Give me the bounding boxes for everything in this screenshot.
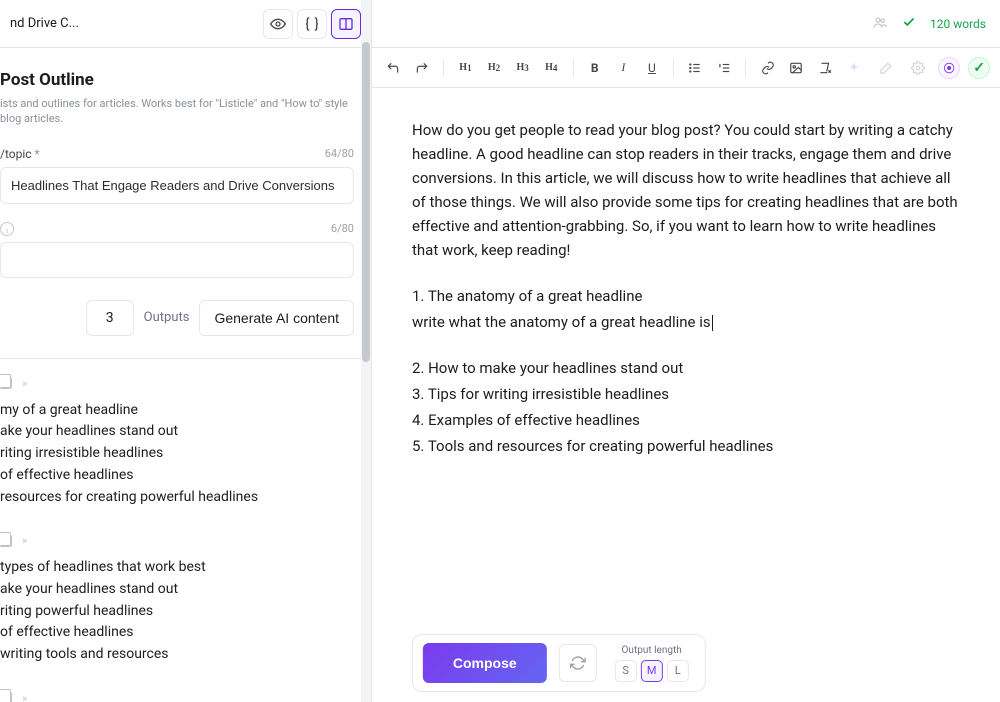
brackets-icon [304, 16, 320, 32]
h3-button[interactable]: H3 [511, 56, 534, 80]
list-item: types of headlines that work best [0, 557, 357, 579]
link-button[interactable] [756, 56, 779, 80]
h4-button[interactable]: H4 [540, 56, 563, 80]
intro-paragraph[interactable]: How do you get people to read your blog … [412, 118, 960, 262]
generate-button[interactable]: Generate AI content [199, 300, 354, 336]
italic-button[interactable]: I [612, 56, 635, 80]
outputs-label: Outputs [144, 310, 190, 325]
list-item: ake your headlines stand out [0, 421, 357, 443]
tone-input[interactable] [0, 242, 354, 278]
tone-counter: 6/80 [331, 222, 354, 235]
template-description: ists and outlines for articles. Works be… [0, 96, 357, 127]
scrollbar-thumb[interactable] [362, 42, 370, 362]
editor-pane: 120 words H1 H2 H3 H4 B I U [372, 0, 1000, 702]
eye-icon [270, 16, 286, 32]
chevron-right-icon[interactable]: » [22, 534, 25, 547]
code-view-button[interactable] [297, 9, 327, 39]
topic-input[interactable] [0, 167, 354, 204]
list-item: of effective headlines [0, 465, 357, 487]
output-length-l[interactable]: L [667, 660, 689, 682]
chevron-right-icon[interactable]: » [22, 377, 25, 390]
doc-title: nd Drive C... [10, 16, 79, 31]
output-length-m[interactable]: M [641, 660, 663, 682]
outline-item[interactable]: 4. Examples of effective headlines [412, 408, 960, 432]
toolbar-separator [573, 59, 574, 77]
field-counter: 64/80 [325, 147, 354, 160]
sidebar-scroll-area[interactable]: Post Outline ists and outlines for artic… [0, 48, 371, 702]
outline-item[interactable]: 5. Tools and resources for creating powe… [412, 434, 960, 458]
outputs-count-input[interactable]: 3 [86, 300, 134, 336]
text-cursor [712, 315, 713, 331]
clock-icon [0, 222, 14, 236]
editor-body[interactable]: How do you get people to read your blog … [372, 88, 1000, 702]
sidebar: nd Drive C... Post Outline ists and outl… [0, 0, 372, 702]
word-count: 120 words [930, 17, 986, 31]
editor-toolbar: H1 H2 H3 H4 B I U [372, 48, 1000, 88]
copy-icon[interactable] [0, 692, 12, 702]
scrollbar-track[interactable] [361, 0, 371, 702]
field-label: /topic * [0, 147, 40, 161]
view-toggle-group [263, 9, 361, 39]
h1-button[interactable]: H1 [454, 56, 477, 80]
preview-view-button[interactable] [263, 9, 293, 39]
sidebar-top-bar: nd Drive C... [0, 0, 371, 48]
ai-sparkle-button[interactable] [842, 56, 866, 80]
list-item: of effective headlines [0, 622, 357, 644]
outline-item[interactable]: 3. Tips for writing irresistible headlin… [412, 382, 960, 406]
split-view-button[interactable] [331, 9, 361, 39]
regenerate-button[interactable] [559, 644, 597, 682]
result-block-3: » a catchy headline n easy-to-read style… [0, 692, 357, 702]
divider [0, 358, 366, 359]
redo-button[interactable] [411, 56, 434, 80]
list-item: riting powerful headlines [0, 601, 357, 623]
list-item: writing tools and resources [0, 644, 357, 666]
list-item: resources for creating powerful headline… [0, 487, 357, 509]
ai-settings-button[interactable] [906, 56, 930, 80]
outline-subtext[interactable]: write what the anatomy of a great headli… [412, 310, 960, 334]
copy-icon[interactable] [0, 377, 12, 389]
outline-item[interactable]: 1. The anatomy of a great headline [412, 284, 960, 308]
result-block-2: » types of headlines that work best ake … [0, 534, 357, 665]
editor-status-bar: 120 words [372, 0, 1000, 48]
layout-split-icon [338, 16, 354, 32]
list-item: riting irresistible headlines [0, 443, 357, 465]
check-icon [902, 15, 916, 33]
collaborators-icon[interactable] [872, 14, 888, 34]
compose-button[interactable]: Compose [423, 643, 547, 683]
output-length-s[interactable]: S [615, 660, 637, 682]
list-item: ake your headlines stand out [0, 579, 357, 601]
ai-score-badge[interactable]: ⦿ [938, 57, 960, 79]
ai-wand-button[interactable] [874, 56, 898, 80]
toolbar-separator [673, 59, 674, 77]
template-name: Post Outline [0, 70, 353, 90]
undo-button[interactable] [382, 56, 405, 80]
clear-format-button[interactable] [813, 56, 836, 80]
compose-bar: Compose Output length S M L [412, 634, 706, 692]
output-length-group: Output length S M L [609, 645, 695, 682]
ordered-list-button[interactable] [713, 56, 736, 80]
list-item: my of a great headline [0, 400, 357, 422]
result-block-1: » my of a great headline ake your headli… [0, 377, 357, 508]
image-button[interactable] [785, 56, 808, 80]
toolbar-separator [745, 59, 746, 77]
chevron-right-icon[interactable]: » [22, 692, 25, 702]
output-length-label: Output length [622, 645, 682, 656]
outline-item[interactable]: 2. How to make your headlines stand out [412, 356, 960, 380]
quality-score-badge[interactable]: ✓ [968, 57, 990, 79]
toolbar-separator [443, 59, 444, 77]
copy-icon[interactable] [0, 535, 12, 547]
bold-button[interactable]: B [583, 56, 606, 80]
underline-button[interactable]: U [641, 56, 664, 80]
h2-button[interactable]: H2 [483, 56, 506, 80]
bullet-list-button[interactable] [684, 56, 707, 80]
